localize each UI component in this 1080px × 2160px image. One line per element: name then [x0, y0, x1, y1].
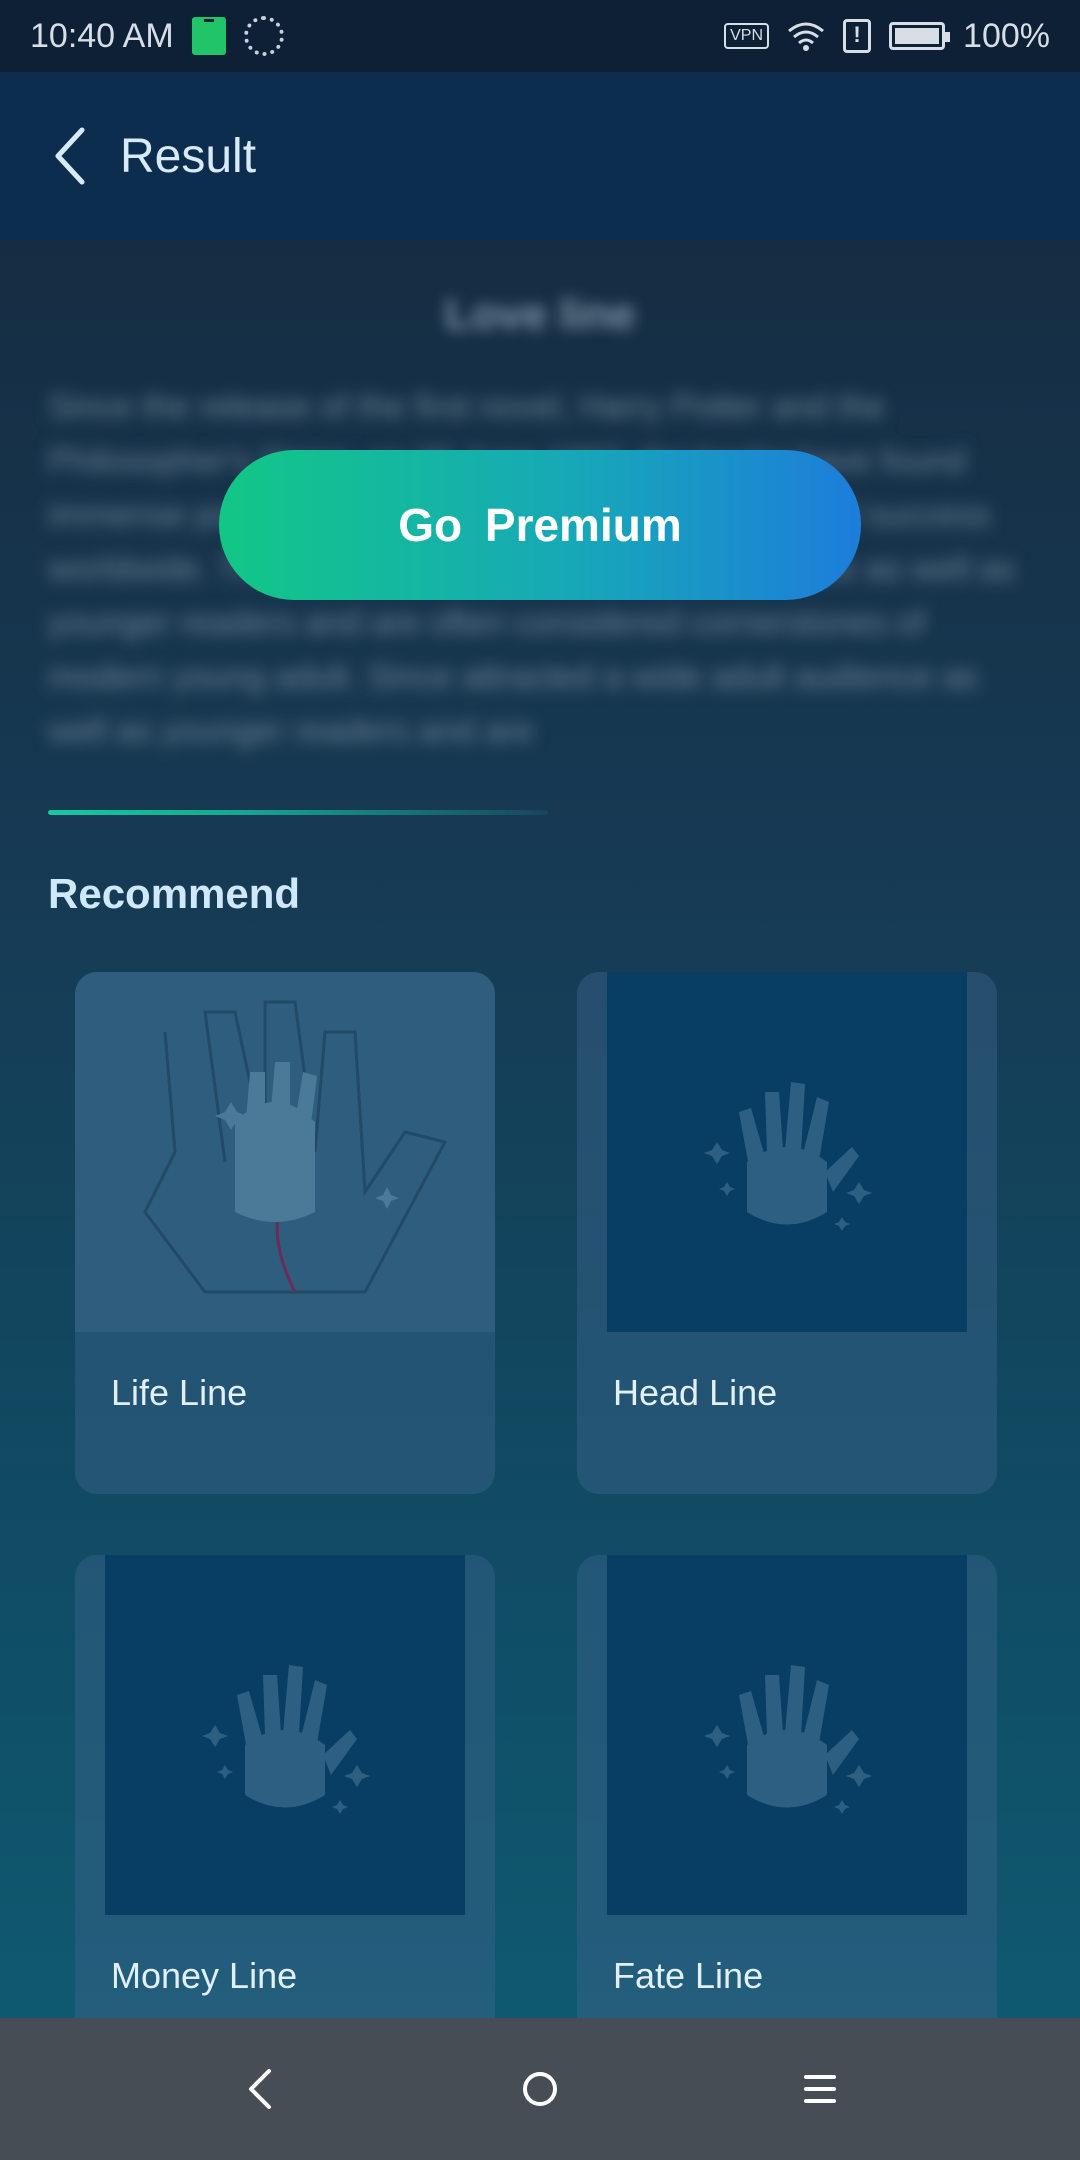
go-premium-button[interactable]: Go Premium [219, 450, 861, 600]
battery-percent: 100% [963, 16, 1050, 55]
card-label: Fate Line [613, 1955, 764, 1996]
card-money-line[interactable]: Money Line [75, 1555, 495, 2077]
status-bar: 10:40 AM VPN ! 100% [0, 0, 1080, 72]
nav-menu-button[interactable] [780, 2049, 860, 2129]
app-bar: Result [0, 72, 1080, 240]
palm-icon [704, 1082, 872, 1231]
battery-icon [889, 22, 951, 50]
system-nav-bar [0, 2018, 1080, 2160]
nav-menu-icon [804, 2075, 836, 2103]
sim-card-icon [191, 17, 226, 55]
nav-home-icon [523, 2072, 557, 2106]
card-fate-line[interactable]: Fate Line [577, 1555, 997, 2077]
nav-home-button[interactable] [500, 2049, 580, 2129]
card-label: Head Line [613, 1372, 778, 1413]
page-title: Result [120, 129, 257, 183]
status-left: 10:40 AM [30, 16, 284, 56]
card-image [105, 1555, 465, 1915]
section-divider [48, 810, 548, 815]
sync-icon [243, 16, 284, 56]
status-right: VPN ! 100% [724, 17, 1050, 56]
nav-back-icon [249, 2069, 271, 2109]
card-image [607, 972, 967, 1332]
nav-back-button[interactable] [220, 2049, 300, 2129]
card-life-line[interactable]: Life Line [75, 972, 495, 1494]
card-label: Life Line [111, 1372, 248, 1413]
card-head-line[interactable]: Head Line [577, 972, 997, 1494]
alert-icon: ! [843, 19, 872, 53]
card-label: Money Line [111, 1955, 298, 1996]
status-time: 10:40 AM [30, 16, 174, 55]
back-button[interactable] [20, 106, 120, 206]
recommend-title: Recommend [48, 870, 301, 917]
card-image [607, 1555, 967, 1915]
locked-content-title: Love line [444, 290, 636, 339]
wifi-icon [788, 22, 824, 51]
card-image [75, 972, 495, 1332]
palm-icon [202, 1665, 370, 1814]
vpn-icon: VPN [724, 23, 770, 49]
palm-illustration-icon [143, 1000, 448, 1294]
palm-icon [704, 1665, 872, 1814]
back-arrow-icon [55, 127, 85, 185]
